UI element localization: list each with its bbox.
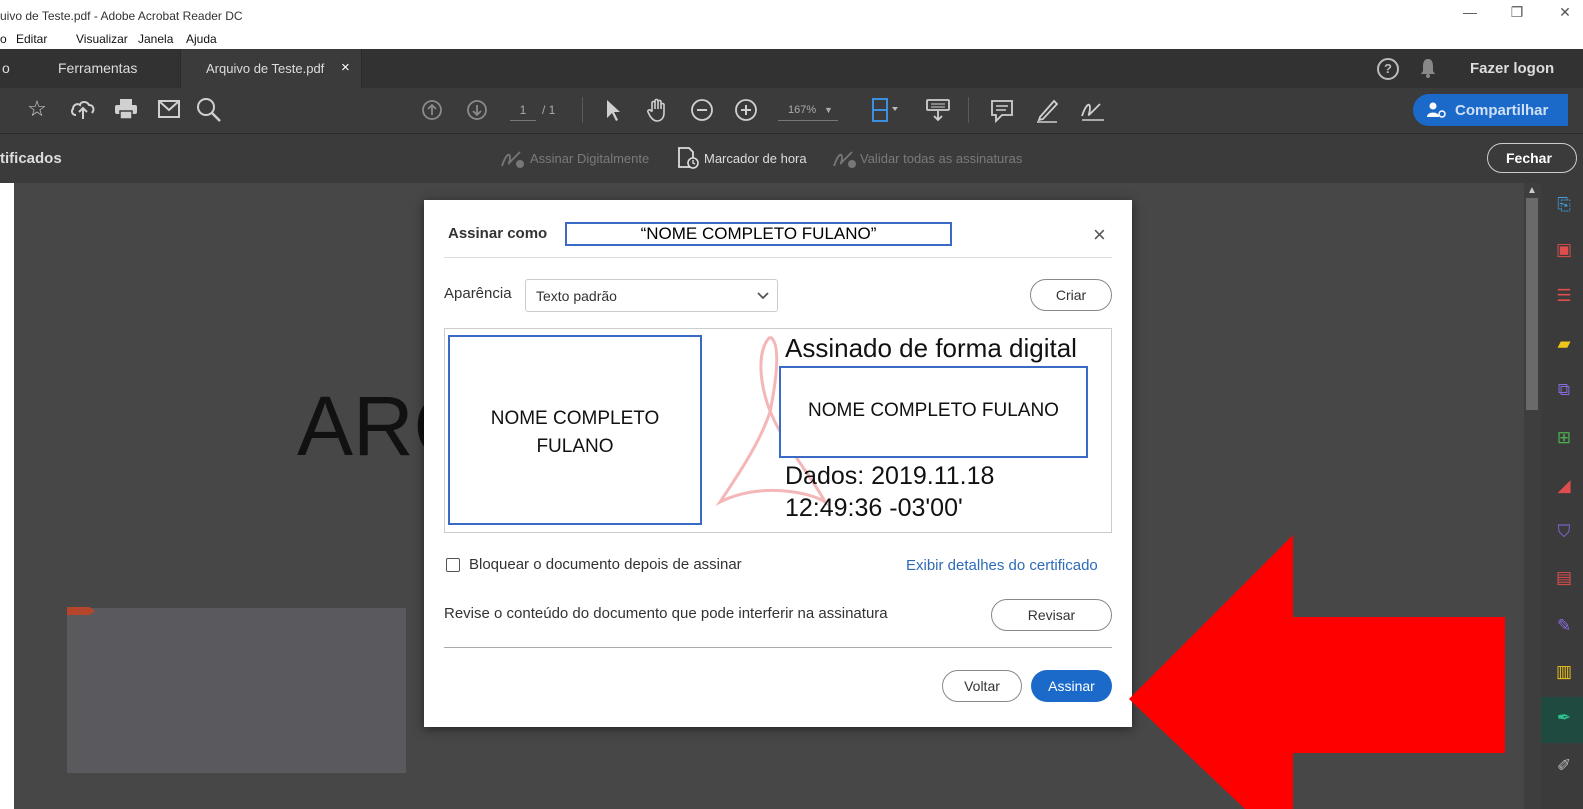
hand-tool-icon[interactable] [645,97,671,128]
create-appearance-button[interactable]: Criar [1030,279,1112,311]
help-icon[interactable]: ? [1377,58,1399,80]
dialog-close-icon[interactable]: × [1093,222,1106,248]
appearance-select[interactable]: Texto padrão [525,279,778,312]
toolbar-separator [968,97,969,123]
share-button[interactable]: Compartilhar [1413,94,1568,126]
validate-all-icon[interactable] [832,148,858,175]
combine-files-icon[interactable]: ⧉ [1549,380,1579,400]
email-icon[interactable] [158,100,180,123]
redact-icon[interactable]: ◢ [1549,476,1579,496]
select-arrow-icon[interactable] [604,98,622,127]
menu-bar [0,32,1583,49]
organize-pages-icon[interactable]: ⊞ [1549,428,1579,448]
bookmark-star-icon[interactable]: ☆ [22,96,52,122]
menu-file[interactable]: o [0,32,7,46]
menu-help[interactable]: Ajuda [186,32,217,46]
protect-shield-icon[interactable]: ⛉ [1549,522,1579,542]
dialog-divider [444,257,1112,258]
tab-tools[interactable]: Ferramentas [58,60,137,76]
sign-icon[interactable] [1078,98,1106,127]
lock-document-checkbox[interactable] [446,558,460,572]
page-down-icon[interactable] [466,99,488,126]
keyboard-scroll-icon[interactable] [925,98,951,127]
zoom-value: 167% [788,104,817,116]
sign-digitally-button[interactable]: Assinar Digitalmente [530,151,649,166]
certificate-details-link[interactable]: Exibir detalhes do certificado [906,557,1098,574]
lock-document-label[interactable]: Bloquear o documento depois de assinar [469,556,742,573]
dialog-footer-divider [444,647,1112,648]
share-label: Compartilhar [1455,102,1549,119]
page-number-input[interactable]: 1 [510,100,536,121]
preview-right-name: NOME COMPLETO FULANO [808,400,1059,421]
pen-highlight-icon[interactable] [1034,97,1060,128]
create-pdf-icon[interactable]: ▣ [1549,240,1579,260]
comment-tool-icon[interactable]: ▰ [1549,334,1579,354]
page-total: / 1 [542,103,556,117]
preview-signed-text: Assinado de forma digital [785,333,1077,363]
tab-close-icon[interactable]: × [341,59,350,76]
comment-icon[interactable] [990,99,1014,128]
review-button[interactable]: Revisar [991,599,1112,631]
left-border [0,183,14,809]
certificates-title: tificados [0,150,62,167]
document-field-box [67,608,406,773]
zoom-in-icon[interactable] [734,98,758,127]
appearance-label: Aparência [444,285,512,302]
bell-icon[interactable] [1420,58,1436,83]
page-up-icon[interactable] [421,99,443,126]
tab-document-label: Arquivo de Teste.pdf [206,61,325,76]
compress-pdf-icon[interactable]: ▤ [1549,568,1579,588]
preview-date-line2: 12:49:36 -03'00' [785,494,963,522]
menu-view[interactable]: Visualizar [76,32,128,46]
chevron-down-icon [757,292,769,300]
tab-home[interactable]: o [2,60,10,76]
scan-icon[interactable]: ▥ [1549,662,1579,682]
close-certificates-button[interactable]: Fechar [1487,143,1577,173]
export-pdf-icon[interactable]: ⎘ [1549,195,1579,215]
fit-page-icon[interactable] [870,97,900,128]
print-icon[interactable] [114,98,138,125]
fill-sign-icon[interactable]: ✎ [1549,616,1579,636]
minimize-button[interactable]: — [1455,4,1485,20]
scrollbar-thumb[interactable] [1526,198,1538,410]
upload-cloud-icon[interactable] [70,97,96,126]
restore-button[interactable]: ❐ [1502,4,1532,21]
edit-pdf-icon[interactable]: ☰ [1549,286,1579,306]
preview-left-name: NOME COMPLETO FULANO [490,408,660,457]
red-arrow-annotation [1129,535,1505,809]
chevron-down-icon: ▼ [824,105,833,115]
preview-date-line1: Dados: 2019.11.18 [785,462,995,490]
field-tag-icon [67,607,95,615]
menu-window[interactable]: Janela [138,32,173,46]
certificate-pen-icon: ✒ [1556,708,1572,727]
sign-as-label: Assinar como [448,225,548,242]
zoom-select[interactable]: 167% ▼ [778,100,838,121]
timestamp-icon[interactable] [676,146,700,175]
validate-all-button[interactable]: Validar todas as assinaturas [860,151,1022,166]
menu-edit[interactable]: Editar [16,32,47,46]
zoom-out-icon[interactable] [690,98,714,127]
person-add-icon [1427,102,1446,118]
review-text: Revise o conteúdo do documento que pode … [444,605,888,622]
appearance-value: Texto padrão [536,288,617,304]
scroll-up-icon[interactable]: ▲ [1527,185,1537,196]
login-link[interactable]: Fazer logon [1470,60,1554,77]
signer-name-field[interactable]: “NOME COMPLETO FULANO” [565,222,952,246]
window-title: uivo de Teste.pdf - Adobe Acrobat Reader… [0,9,243,23]
back-button[interactable]: Voltar [942,670,1022,702]
sign-digitally-icon[interactable] [500,148,526,175]
close-window-button[interactable]: ✕ [1550,4,1580,21]
search-icon[interactable] [196,97,222,128]
sign-button[interactable]: Assinar [1031,670,1112,702]
toolbar-separator [582,97,583,123]
timestamp-button[interactable]: Marcador de hora [704,151,807,166]
more-tools-icon[interactable]: ✐ [1549,756,1579,776]
